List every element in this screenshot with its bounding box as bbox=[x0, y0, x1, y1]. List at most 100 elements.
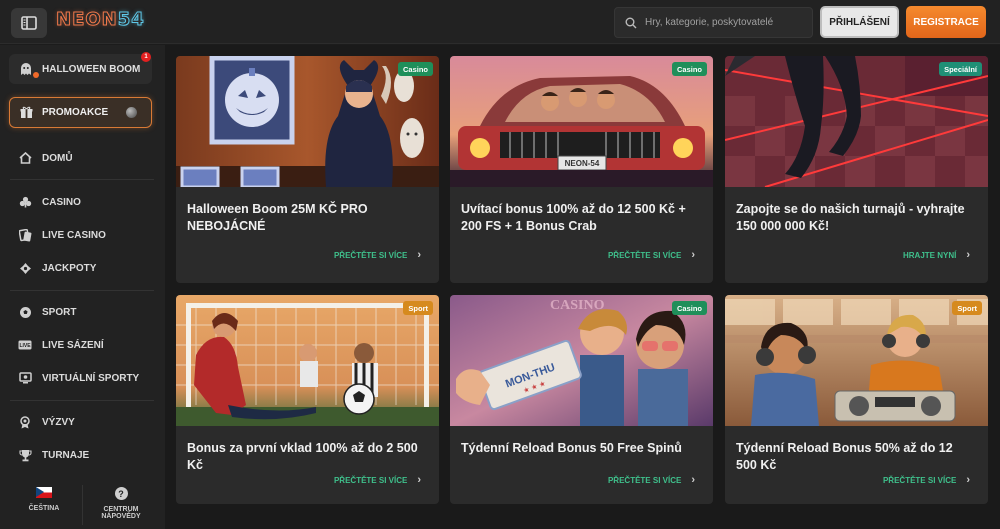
promo-title: Zapojte se do našich turnajů - vyhrajte … bbox=[736, 202, 965, 233]
read-more-link[interactable]: PŘEČTĚTE SI VÍCE › bbox=[608, 474, 695, 486]
live-icon: LIVE bbox=[18, 338, 32, 352]
sidebar-toggle-icon bbox=[21, 16, 37, 30]
sidebar-toggle-button[interactable] bbox=[11, 8, 47, 38]
home-icon bbox=[18, 151, 32, 165]
logo-number: 54 bbox=[117, 9, 145, 31]
sidebar-item-tournaments[interactable]: TURNAJE bbox=[18, 448, 89, 462]
sidebar-item-sport[interactable]: SPORT bbox=[18, 305, 76, 319]
sidebar-item-live-casino[interactable]: LIVE CASINO bbox=[18, 228, 106, 242]
link-label: PŘEČTĚTE SI VÍCE bbox=[882, 475, 957, 485]
promo-image-car: NEON-54 Casino bbox=[450, 56, 713, 187]
logo[interactable]: NEON54 bbox=[56, 9, 145, 31]
trophy-icon bbox=[18, 448, 32, 462]
monitor-icon bbox=[18, 371, 32, 385]
ball-icon bbox=[126, 107, 137, 118]
sidebar-item-jackpots[interactable]: JACKPOTY bbox=[18, 261, 96, 275]
ghost-icon bbox=[21, 63, 31, 75]
sidebar-item-label: JACKPOTY bbox=[42, 262, 97, 274]
medal-icon bbox=[18, 415, 32, 429]
sidebar-item-halloween-boom[interactable]: HALLOWEEN BOOM bbox=[9, 54, 152, 84]
promo-title: Bonus za první vklad 100% až do 2 500 Kč bbox=[187, 441, 418, 472]
sidebar-item-casino[interactable]: CASINO bbox=[18, 195, 81, 209]
language-label: ČEŠTINA bbox=[28, 505, 60, 512]
category-tag: Casino bbox=[671, 62, 707, 76]
category-tag: Sport bbox=[952, 301, 982, 315]
login-button[interactable]: PŘIHLÁŠENÍ bbox=[820, 6, 899, 38]
divider bbox=[10, 290, 154, 291]
sidebar-item-label: PROMOAKCE bbox=[42, 107, 109, 118]
sidebar-item-label: TURNAJE bbox=[42, 449, 90, 461]
promotions-grid: Casino Halloween Boom 25M KČ PRO NEBOJÁC… bbox=[165, 45, 1000, 529]
svg-text:LIVE: LIVE bbox=[19, 343, 31, 349]
football-icon bbox=[18, 305, 32, 319]
search-input[interactable] bbox=[645, 17, 805, 28]
cards-icon bbox=[18, 195, 32, 209]
sidebar-item-label: VIRTUÁLNÍ SPORTY bbox=[42, 372, 140, 384]
promo-title: Týdenní Reload Bonus 50% až do 12 500 Kč bbox=[736, 441, 953, 472]
diamond-icon bbox=[18, 261, 32, 275]
chevron-right-icon: › bbox=[691, 249, 695, 261]
category-tag: Casino bbox=[397, 62, 433, 76]
sidebar-item-challenges[interactable]: VÝZVY bbox=[18, 415, 75, 429]
chevron-right-icon: › bbox=[417, 474, 421, 486]
promo-title: Uvítací bonus 100% až do 12 500 Kč + 200… bbox=[461, 202, 686, 233]
sidebar-item-label: SPORT bbox=[42, 306, 77, 318]
gift-icon bbox=[20, 106, 33, 118]
promo-card-first-deposit[interactable]: Sport Bonus za první vklad 100% až do 2 … bbox=[176, 295, 439, 504]
divider bbox=[10, 179, 154, 180]
chevron-right-icon: › bbox=[417, 249, 421, 261]
czech-flag-icon bbox=[36, 487, 52, 498]
chevron-right-icon: › bbox=[691, 474, 695, 486]
read-more-link[interactable]: PŘEČTĚTE SI VÍCE › bbox=[334, 249, 421, 261]
read-more-link[interactable]: PŘEČTĚTE SI VÍCE › bbox=[334, 474, 421, 486]
play-now-link[interactable]: HRAJTE NYNÍ › bbox=[903, 249, 970, 261]
sidebar: HALLOWEEN BOOM 1 PROMOAKCE DOMŮ CASINO L… bbox=[0, 45, 165, 529]
link-label: PŘEČTĚTE SI VÍCE bbox=[607, 475, 682, 485]
help-center-button[interactable]: ? CENTRUM NÁPOVĚDY bbox=[88, 487, 154, 520]
read-more-link[interactable]: PŘEČTĚTE SI VÍCE › bbox=[883, 474, 970, 486]
register-button[interactable]: REGISTRACE bbox=[906, 6, 986, 38]
promo-card-tournaments[interactable]: Speciální Zapojte se do našich turnajů -… bbox=[725, 56, 988, 283]
link-label: PŘEČTĚTE SI VÍCE bbox=[333, 250, 408, 260]
link-label: PŘEČTĚTE SI VÍCE bbox=[607, 250, 682, 260]
notification-badge: 1 bbox=[141, 52, 151, 62]
promo-image-laser: Speciální bbox=[725, 56, 988, 187]
help-icon: ? bbox=[114, 487, 128, 500]
search-icon bbox=[625, 17, 637, 28]
promo-card-free-spins[interactable]: CASINO MON-THU ★ ★ ★ Casino Týdenní Relo… bbox=[450, 295, 713, 504]
sidebar-item-label: DOMŮ bbox=[42, 152, 73, 164]
language-selector[interactable]: ČEŠTINA bbox=[20, 487, 68, 512]
help-label: CENTRUM NÁPOVĚDY bbox=[101, 506, 141, 520]
sidebar-item-label: VÝZVY bbox=[42, 416, 75, 428]
promo-card-reload-bonus[interactable]: Sport Týdenní Reload Bonus 50% až do 12 … bbox=[725, 295, 988, 504]
promo-title: Týdenní Reload Bonus 50 Free Spinů bbox=[461, 441, 682, 455]
link-label: HRAJTE NYNÍ bbox=[902, 250, 957, 260]
search-box[interactable] bbox=[614, 7, 813, 38]
sidebar-item-virtual-sports[interactable]: VIRTUÁLNÍ SPORTY bbox=[18, 371, 139, 385]
promo-image-halloween: Casino bbox=[176, 56, 439, 187]
read-more-link[interactable]: PŘEČTĚTE SI VÍCE › bbox=[608, 249, 695, 261]
divider bbox=[10, 400, 154, 401]
live-cards-icon bbox=[18, 228, 32, 242]
category-tag: Sport bbox=[403, 301, 433, 315]
plate-text: NEON-54 bbox=[565, 159, 600, 168]
promo-title: Halloween Boom 25M KČ PRO NEBOJÁCNÉ bbox=[187, 202, 368, 233]
promo-image-ticket: CASINO MON-THU ★ ★ ★ Casino bbox=[450, 295, 713, 426]
link-label: PŘEČTĚTE SI VÍCE bbox=[333, 475, 408, 485]
promo-image-football: Sport bbox=[176, 295, 439, 426]
sidebar-item-promotions[interactable]: PROMOAKCE bbox=[9, 97, 152, 128]
notification-dot bbox=[33, 72, 39, 78]
promo-card-welcome-bonus[interactable]: NEON-54 Casino Uvítací bonus 100% až do … bbox=[450, 56, 713, 283]
chevron-right-icon: › bbox=[966, 474, 970, 486]
sidebar-item-home[interactable]: DOMŮ bbox=[18, 151, 73, 165]
sidebar-item-label: LIVE CASINO bbox=[42, 229, 106, 241]
category-tag: Speciální bbox=[939, 62, 982, 76]
sidebar-item-live-betting[interactable]: LIVE LIVE SÁZENÍ bbox=[18, 338, 104, 352]
sidebar-item-label: CASINO bbox=[42, 196, 81, 208]
divider bbox=[82, 485, 83, 525]
sidebar-item-label: LIVE SÁZENÍ bbox=[42, 339, 104, 351]
top-bar: NEON54 PŘIHLÁŠENÍ REGISTRACE bbox=[0, 0, 1000, 44]
sidebar-item-label: HALLOWEEN BOOM bbox=[42, 63, 141, 75]
promo-card-halloween[interactable]: Casino Halloween Boom 25M KČ PRO NEBOJÁC… bbox=[176, 56, 439, 283]
promo-image-bus: Sport bbox=[725, 295, 988, 426]
